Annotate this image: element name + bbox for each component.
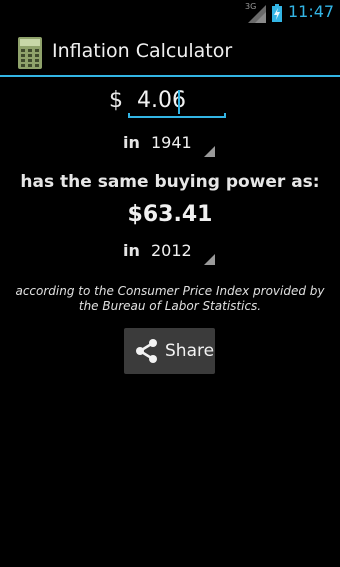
spinner-dropdown-icon [204,254,215,265]
battery-charging-icon [272,4,282,22]
result-amount: $63.41 [127,202,213,227]
status-clock: 11:47 [288,2,335,21]
app-title: Inflation Calculator [52,40,233,62]
amount-input[interactable]: 4.06 [128,84,226,118]
action-bar-divider [0,75,340,77]
calculator-app-icon[interactable] [18,37,42,69]
to-year-prefix: in [123,241,140,260]
from-year-prefix: in [123,133,140,152]
status-bar: 3G 11:47 [0,0,340,25]
network-type-label: 3G [245,2,257,11]
share-button-label: Share [165,341,215,361]
share-button[interactable]: Share [124,328,215,374]
currency-symbol: $ [109,88,123,113]
to-year-value: 2012 [151,241,192,260]
from-year-value: 1941 [151,133,192,152]
from-year-spinner[interactable]: 1941 [143,131,215,157]
text-cursor [178,90,180,114]
comparison-headline: has the same buying power as: [20,172,320,192]
share-icon [136,339,157,363]
to-year-spinner[interactable]: 2012 [143,239,215,265]
amount-input-underline [128,113,226,118]
spinner-dropdown-icon [204,146,215,157]
cpi-source-note: according to the Consumer Price Index pr… [15,284,325,313]
